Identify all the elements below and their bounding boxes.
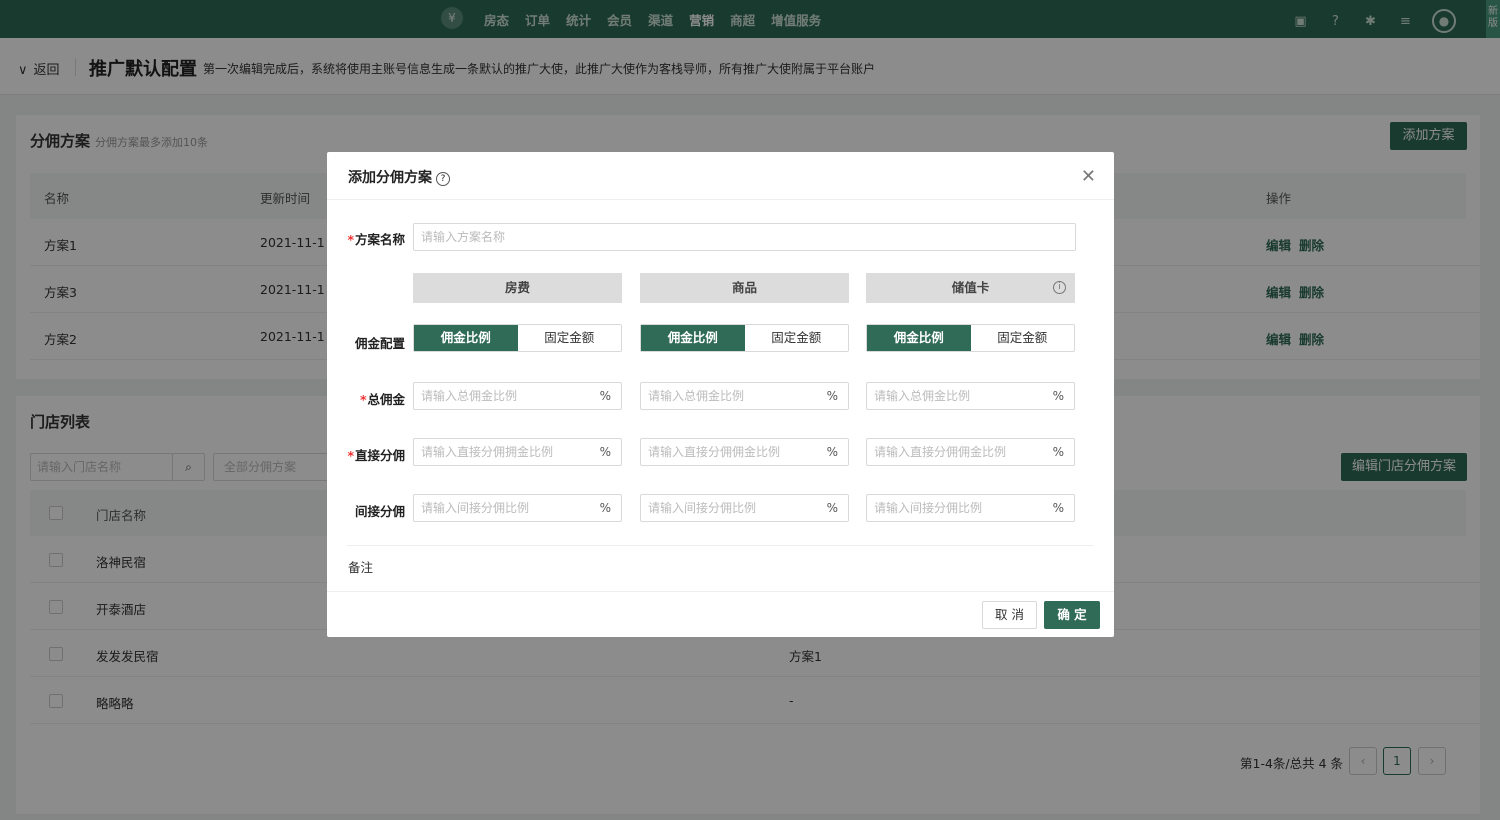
col-room-fee-label: 房费 <box>504 280 530 295</box>
question-icon[interactable]: ? <box>436 172 450 186</box>
seg-fixed[interactable]: 固定金额 <box>745 325 849 351</box>
total-commission-input[interactable]: 请输入总佣金比例% <box>413 382 622 410</box>
col-stored-card: 储值卡 i <box>866 273 1075 303</box>
seg-ratio[interactable]: 佣金比例 <box>414 325 518 351</box>
note-label: 备注 <box>348 560 374 575</box>
col-goods: 商品 <box>640 273 849 303</box>
indirect-commission-label: 间接分佣 <box>354 504 405 519</box>
direct-commission-input[interactable]: 请输入直接分佣佣金比例% <box>640 438 849 466</box>
col-goods-label: 商品 <box>731 280 757 295</box>
commission-type-toggle[interactable]: 佣金比例 固定金额 <box>640 324 849 352</box>
direct-commission-input[interactable]: 请输入直接分佣拥金比例% <box>413 438 622 466</box>
col-stored-card-label: 储值卡 <box>951 280 990 295</box>
indirect-commission-input[interactable]: 请输入间接分佣比例% <box>640 494 849 522</box>
modal-header: 添加分佣方案? ✕ <box>327 152 1114 200</box>
seg-fixed[interactable]: 固定金额 <box>971 325 1075 351</box>
direct-commission-input[interactable]: 请输入直接分佣佣金比例% <box>866 438 1075 466</box>
seg-ratio[interactable]: 佣金比例 <box>641 325 745 351</box>
total-commission-input[interactable]: 请输入总佣金比例% <box>866 382 1075 410</box>
close-icon[interactable]: ✕ <box>1081 166 1096 187</box>
add-plan-modal: 添加分佣方案? ✕ *方案名称 请输入方案名称 房费 商品 储值卡 i 佣金配置 … <box>327 152 1114 637</box>
indirect-commission-input[interactable]: 请输入间接分佣比例% <box>866 494 1075 522</box>
cancel-button[interactable]: 取 消 <box>982 601 1037 629</box>
modal-title: 添加分佣方案? <box>348 167 450 187</box>
modal-title-text: 添加分佣方案 <box>348 170 432 186</box>
total-commission-input[interactable]: 请输入总佣金比例% <box>640 382 849 410</box>
modal-footer-divider <box>327 591 1114 592</box>
plan-name-label: *方案名称 <box>347 232 405 247</box>
commission-type-toggle[interactable]: 佣金比例 固定金额 <box>866 324 1075 352</box>
plan-name-input[interactable]: 请输入方案名称 <box>413 223 1076 251</box>
col-room-fee: 房费 <box>413 273 622 303</box>
direct-commission-label: *直接分佣 <box>347 448 405 463</box>
info-icon[interactable]: i <box>1053 281 1066 294</box>
indirect-commission-input[interactable]: 请输入间接分佣比例% <box>413 494 622 522</box>
commission-config-label: 佣金配置 <box>354 336 405 351</box>
commission-type-toggle[interactable]: 佣金比例 固定金额 <box>413 324 622 352</box>
seg-fixed[interactable]: 固定金额 <box>518 325 622 351</box>
divider <box>347 545 1094 546</box>
confirm-button[interactable]: 确 定 <box>1044 601 1100 629</box>
seg-ratio[interactable]: 佣金比例 <box>867 325 971 351</box>
total-commission-label: *总佣金 <box>359 392 405 407</box>
